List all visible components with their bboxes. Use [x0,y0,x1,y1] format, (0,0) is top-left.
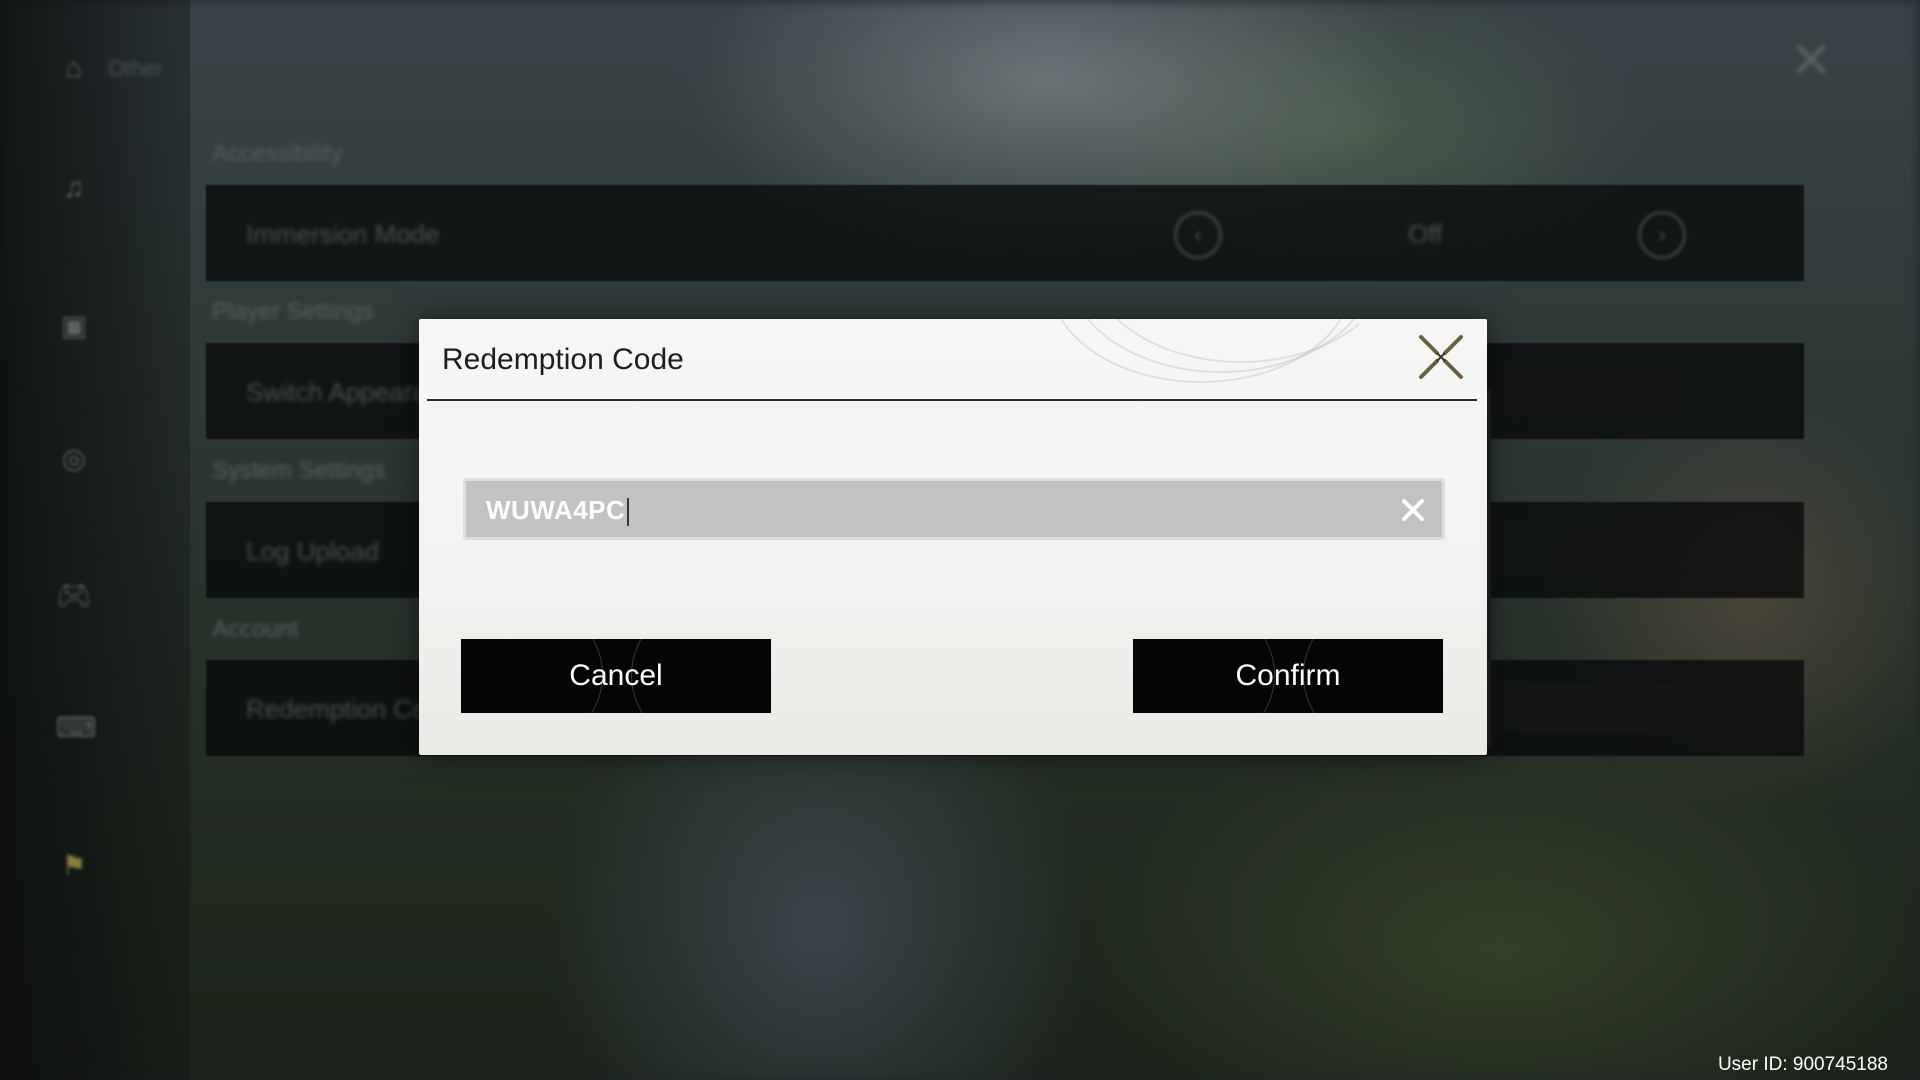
section-system-settings: System Settings [212,457,386,484]
dialog-decoration [1049,319,1359,399]
settings-close-icon[interactable]: ✕ [1788,35,1834,87]
sidebar-gamepad-icon[interactable]: 🎮︎ [56,580,92,612]
row-action-button[interactable] [1494,365,1684,417]
sidebar-audio-icon[interactable]: ♫ [56,172,92,204]
confirm-button[interactable]: Confirm [1133,639,1443,713]
sidebar-keyboard-icon[interactable]: ⌨ [56,712,96,744]
dialog-close-icon[interactable] [1415,331,1467,383]
settings-header-title: Other [108,56,164,81]
redemption-code-input[interactable]: WUWA4PC [463,478,1445,540]
home-icon: ⌂ [65,52,83,83]
confirm-label: Confirm [1235,659,1341,692]
cancel-button[interactable]: Cancel [461,639,771,713]
clear-input-icon[interactable] [1398,495,1428,525]
row-action-button[interactable] [1494,682,1684,734]
row-label: Immersion Mode [246,219,440,249]
section-accessibility: Accessibility [212,140,343,167]
toggle-value: Off [1408,219,1443,249]
toggle-next-icon[interactable]: › [1638,211,1686,259]
section-account: Account [212,616,299,643]
user-id-text: User ID: 900745188 [1717,1054,1888,1075]
dialog-title: Redemption Code [442,343,684,376]
sidebar-display-icon[interactable]: ▣ [56,310,92,342]
sidebar-other-icon[interactable]: ⚑ [56,850,92,882]
row-label: Log Upload [246,536,379,566]
redemption-code-dialog: Redemption Code WUWA4PC Cancel Confirm [419,319,1491,755]
toggle-prev-icon[interactable]: ‹ [1174,211,1222,259]
cancel-label: Cancel [569,659,663,692]
row-immersion-mode[interactable]: Immersion Mode ‹ Off › [206,185,1804,281]
input-value: WUWA4PC [486,495,630,527]
row-action-button[interactable] [1494,524,1684,576]
sidebar-controller-icon[interactable]: ◎ [56,443,92,475]
section-player-settings: Player Settings [212,298,374,325]
dialog-divider [427,399,1477,401]
